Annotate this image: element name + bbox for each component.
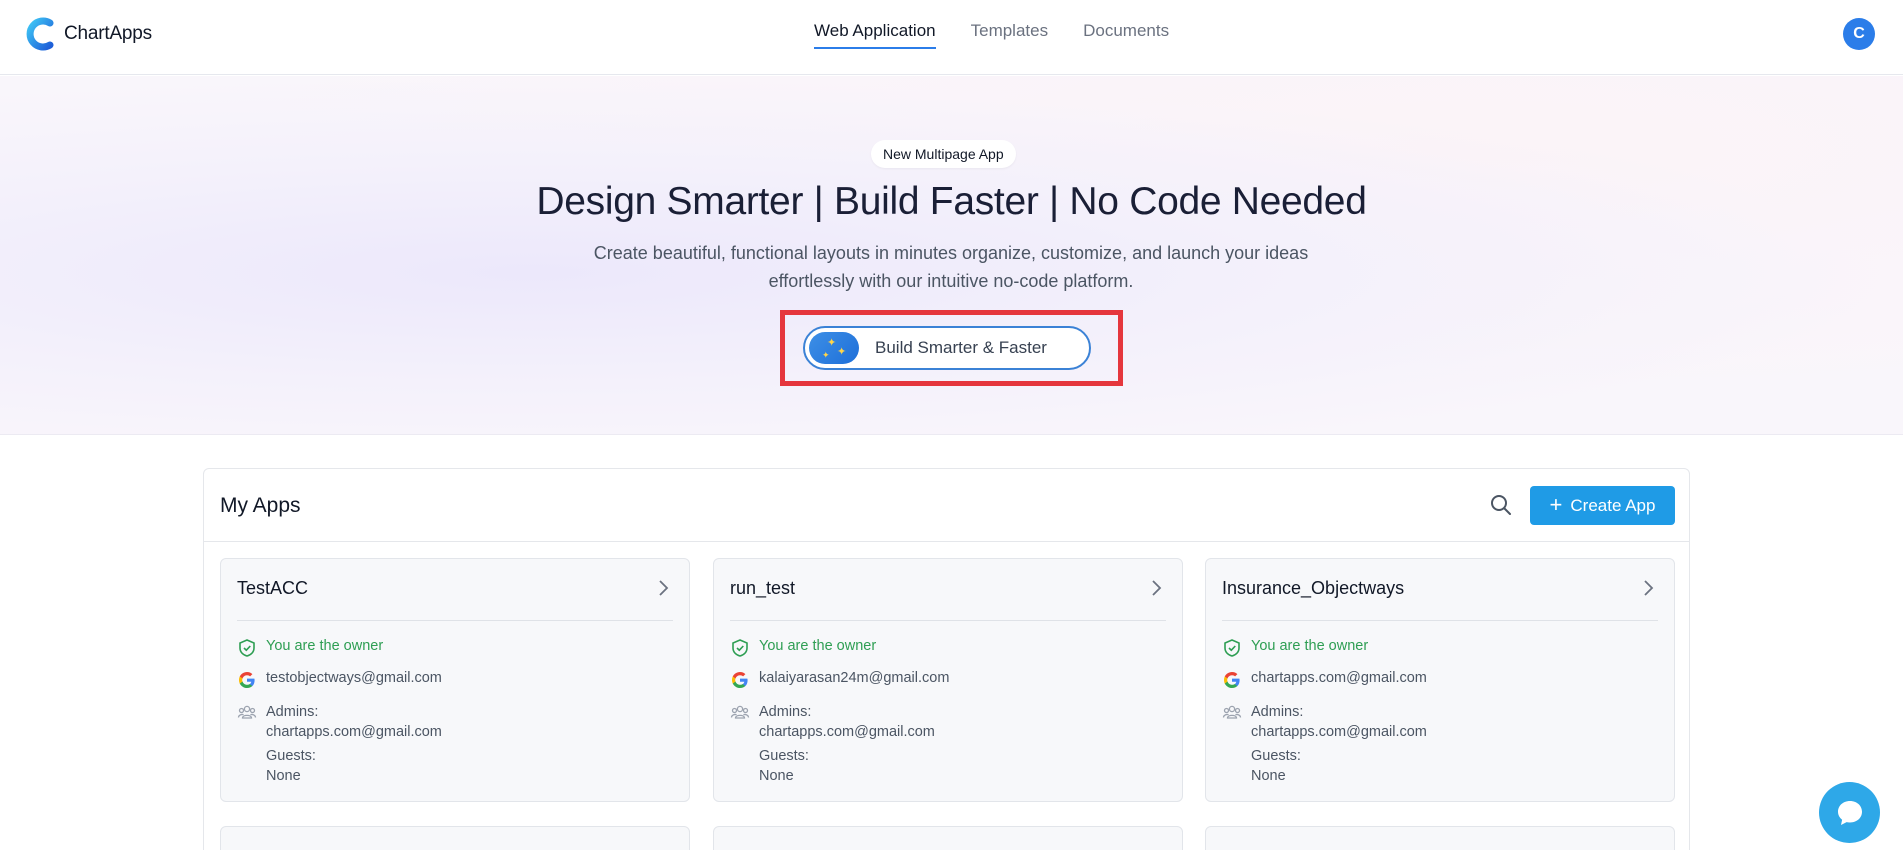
brand-logo: [26, 17, 54, 51]
owner-email: testobjectways@gmail.com: [266, 670, 442, 686]
access-list: Admins: chartapps.com@gmail.com Guests: …: [266, 702, 442, 786]
brand[interactable]: ChartApps: [26, 17, 152, 51]
chat-launcher-button[interactable]: [1819, 782, 1880, 843]
owner-email: chartapps.com@gmail.com: [1251, 670, 1427, 686]
admins-row: Admins: chartapps.com@gmail.com Guests: …: [730, 702, 935, 786]
google-icon: [1224, 672, 1240, 688]
app-name: run_test: [730, 578, 796, 598]
my-apps-header: My Apps + Create App: [204, 469, 1689, 542]
app-card-testacc[interactable]: TestACC You are the owner testobjectways…: [220, 558, 690, 802]
admins-value: chartapps.com@gmail.com: [266, 724, 442, 740]
chevron-right-icon[interactable]: [1638, 578, 1658, 598]
admins-label: Admins:: [1251, 704, 1304, 720]
email-row: kalaiyarasan24m@gmail.com: [730, 670, 949, 690]
hero-subtitle-line2: effortlessly with our intuitive no-code …: [768, 271, 1134, 291]
owner-text: You are the owner: [266, 638, 384, 654]
main-nav: Web Application Templates Documents: [814, 21, 1169, 49]
guests-value: None: [266, 768, 301, 784]
guests-value: None: [1251, 768, 1286, 784]
app-card-partial[interactable]: [713, 826, 1183, 850]
admins-group-icon: [1222, 705, 1242, 719]
guests-label: Guests:: [1251, 748, 1301, 764]
build-smarter-label: Build Smarter & Faster: [875, 338, 1047, 357]
card-divider: [730, 620, 1166, 621]
nav-documents[interactable]: Documents: [1083, 21, 1169, 49]
search-icon[interactable]: [1489, 493, 1513, 517]
shield-check-icon: [732, 639, 748, 657]
card-divider: [1222, 620, 1658, 621]
admins-group-icon: [237, 705, 257, 719]
admins-label: Admins:: [759, 704, 812, 720]
owner-text: You are the owner: [759, 638, 877, 654]
admins-row: Admins: chartapps.com@gmail.com Guests: …: [1222, 702, 1427, 786]
app-card-run-test[interactable]: run_test You are the owner kalaiyarasan2…: [713, 558, 1183, 802]
google-icon: [732, 672, 748, 688]
guests-value: None: [759, 768, 794, 784]
guests-label: Guests:: [759, 748, 809, 764]
owner-text: You are the owner: [1251, 638, 1369, 654]
plus-icon: +: [1549, 491, 1563, 517]
my-apps-title: My Apps: [220, 494, 301, 517]
owner-row: You are the owner: [730, 638, 876, 658]
app-card-partial[interactable]: [220, 826, 690, 850]
brand-name: ChartApps: [64, 23, 152, 44]
hero-subtitle-line1: Create beautiful, functional layouts in …: [593, 243, 1309, 263]
admins-value: chartapps.com@gmail.com: [759, 724, 935, 740]
my-apps-panel: My Apps + Create App TestACC You are the…: [203, 468, 1690, 850]
hero-section: New Multipage App Design Smarter | Build…: [0, 76, 1903, 435]
create-app-label: Create App: [1570, 495, 1656, 515]
access-list: Admins: chartapps.com@gmail.com Guests: …: [1251, 702, 1427, 786]
user-avatar[interactable]: C: [1843, 18, 1875, 50]
guests-label: Guests:: [266, 748, 316, 764]
hero-subtitle: Create beautiful, functional layouts in …: [551, 239, 1351, 295]
admins-label: Admins:: [266, 704, 319, 720]
shield-check-icon: [1224, 639, 1240, 657]
owner-row: You are the owner: [1222, 638, 1368, 658]
app-card-partial[interactable]: [1205, 826, 1675, 850]
sparkle-icon: ✦ ✦ ✦: [809, 332, 859, 364]
app-name: TestACC: [237, 578, 309, 598]
new-app-badge: New Multipage App: [871, 140, 1016, 168]
owner-email: kalaiyarasan24m@gmail.com: [759, 670, 950, 686]
email-row: testobjectways@gmail.com: [237, 670, 442, 690]
chevron-right-icon[interactable]: [653, 578, 673, 598]
app-name: Insurance_Objectways: [1222, 578, 1405, 598]
chevron-right-icon[interactable]: [1146, 578, 1166, 598]
google-icon: [239, 672, 255, 688]
email-row: chartapps.com@gmail.com: [1222, 670, 1427, 690]
app-card-insurance-objectways[interactable]: Insurance_Objectways You are the owner c…: [1205, 558, 1675, 802]
access-list: Admins: chartapps.com@gmail.com Guests: …: [759, 702, 935, 786]
admins-value: chartapps.com@gmail.com: [1251, 724, 1427, 740]
admins-row: Admins: chartapps.com@gmail.com Guests: …: [237, 702, 442, 786]
top-navigation-bar: ChartApps Web Application Templates Docu…: [0, 0, 1903, 75]
create-app-button[interactable]: + Create App: [1530, 486, 1675, 525]
shield-check-icon: [239, 639, 255, 657]
build-smarter-button[interactable]: ✦ ✦ ✦ Build Smarter & Faster: [803, 326, 1091, 370]
nav-templates[interactable]: Templates: [971, 21, 1048, 49]
hero-title: Design Smarter | Build Faster | No Code …: [536, 180, 1367, 223]
nav-web-application[interactable]: Web Application: [814, 21, 936, 49]
admins-group-icon: [730, 705, 750, 719]
card-divider: [237, 620, 673, 621]
chat-icon: [1837, 800, 1862, 825]
owner-row: You are the owner: [237, 638, 383, 658]
